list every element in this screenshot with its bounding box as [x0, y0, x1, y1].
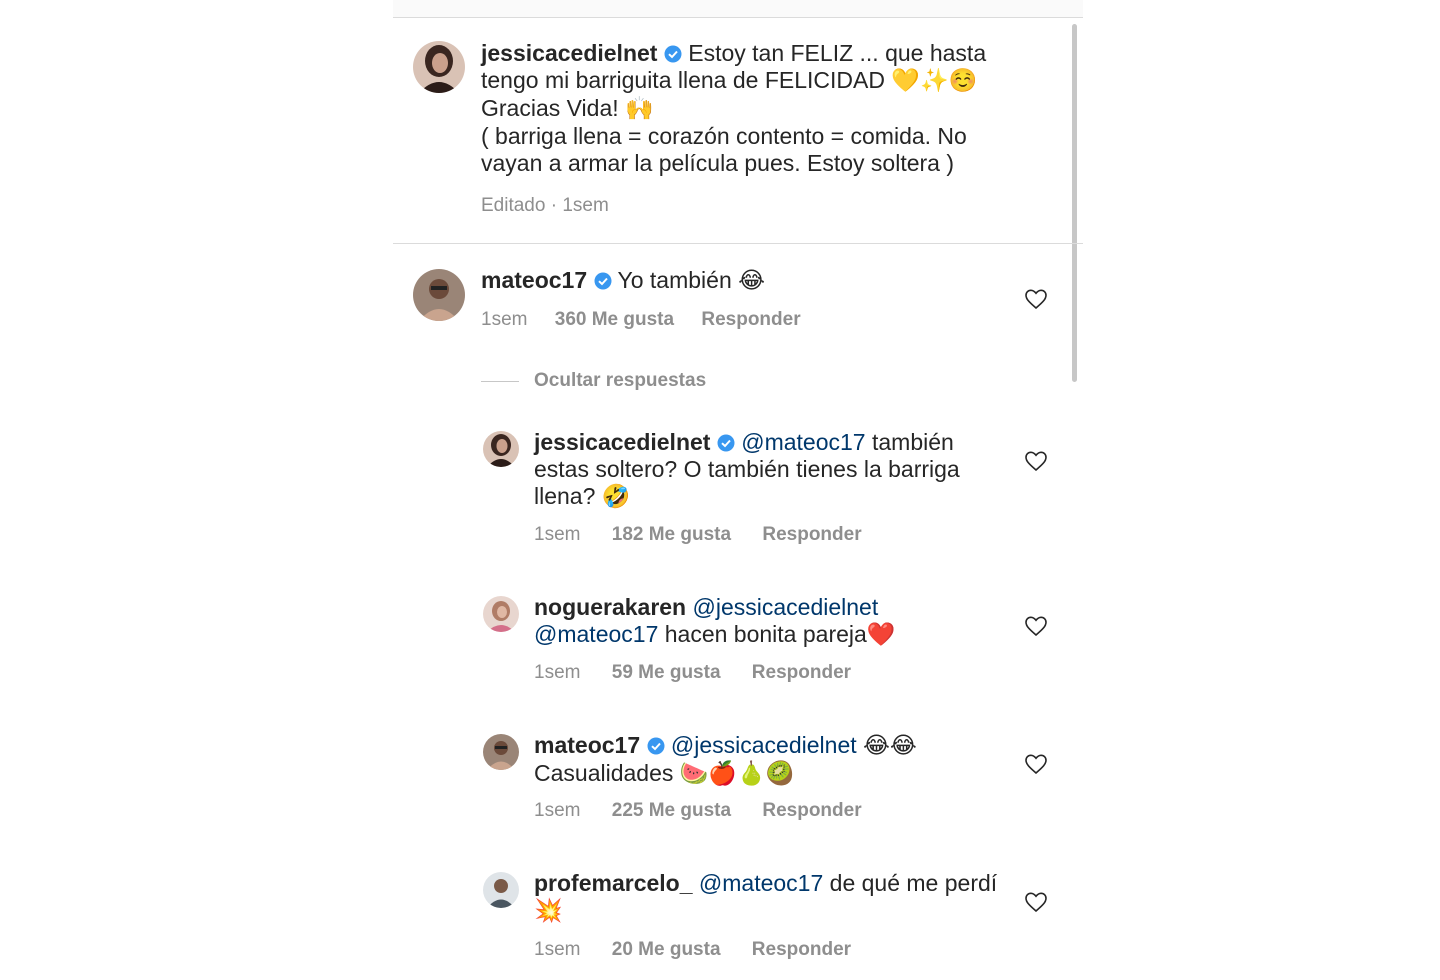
reply-4-text: profemarcelo_ @mateoc17 de qué me perdí … [534, 870, 1004, 925]
avatar-mateoc17[interactable] [483, 734, 519, 770]
reply-3-emoji: 😂😂 [863, 733, 917, 759]
avatar-mateoc17[interactable] [413, 269, 465, 321]
reply-4-body: de qué me perdí [829, 870, 998, 896]
avatar-jessicacedielnet[interactable] [413, 41, 465, 93]
reply-2-text: noguerakaren @jessicacedielnet @mateoc17… [534, 594, 1004, 649]
reply-3-username[interactable]: mateoc17 [534, 732, 640, 758]
reply-4-likes[interactable]: 20 Me gusta [612, 939, 721, 961]
reply-4-time[interactable]: 1sem [534, 939, 580, 961]
caption-meta: Editado · 1sem [481, 195, 609, 217]
caption-divider [393, 243, 1083, 244]
caption-dot: · [550, 195, 558, 216]
hide-replies-button[interactable]: Ocultar respuestas [481, 369, 706, 393]
reply-2-likes[interactable]: 59 Me gusta [612, 662, 721, 684]
reply-2-time[interactable]: 1sem [534, 662, 580, 684]
reply-4-emoji: 💥 [534, 898, 563, 924]
reply-1-mention[interactable]: @mateoc17 [741, 429, 865, 455]
verified-icon [594, 272, 612, 290]
hide-replies-line [481, 380, 519, 382]
caption-emoji2: 🙌 [625, 96, 654, 122]
reply-1-username[interactable]: jessicacedielnet [534, 429, 710, 455]
reply-2-mention-2[interactable]: @mateoc17 [534, 621, 658, 647]
reply-2-body: hacen bonita pareja [664, 621, 867, 647]
comment-main-body: Yo también [617, 267, 732, 293]
heart-icon[interactable] [1024, 752, 1048, 776]
comment-main-time[interactable]: 1sem [481, 309, 527, 331]
heart-icon[interactable] [1024, 449, 1048, 473]
reply-3-meta: 1sem 225 Me gusta Responder [534, 800, 862, 822]
caption-line3: ( barriga llena = corazón contento = com… [481, 123, 967, 176]
reply-1-time[interactable]: 1sem [534, 524, 580, 546]
reply-4-reply-button[interactable]: Responder [752, 939, 851, 961]
reply-1-likes[interactable]: 182 Me gusta [612, 524, 731, 546]
reply-1-meta: 1sem 182 Me gusta Responder [534, 524, 862, 546]
comment-main-emoji: 😂 [738, 268, 766, 294]
comment-main-reply-button[interactable]: Responder [701, 309, 800, 331]
verified-icon [647, 737, 665, 755]
verified-icon [717, 434, 735, 452]
reply-2-mention[interactable]: @jessicacedielnet [693, 594, 879, 620]
caption-time[interactable]: 1sem [562, 195, 608, 217]
panel-top-bar [393, 0, 1083, 18]
reply-2-username[interactable]: noguerakaren [534, 594, 686, 620]
reply-3-emoji-2: 🍉🍎🍐🥝 [679, 761, 795, 787]
reply-1-emoji: 🤣 [601, 484, 631, 510]
reply-2-emoji: ❤️ [866, 622, 896, 648]
reply-2-meta: 1sem 59 Me gusta Responder [534, 662, 851, 684]
reply-1-reply-button[interactable]: Responder [762, 524, 861, 546]
avatar-jessicacedielnet[interactable] [483, 431, 519, 467]
verified-icon [664, 45, 682, 63]
comment-main-meta: 1sem 360 Me gusta Responder [481, 309, 801, 331]
reply-1-text: jessicacedielnet @mateoc17 también estas… [534, 429, 1004, 511]
heart-icon[interactable] [1024, 614, 1048, 638]
caption-text: jessicacedielnet Estoy tan FELIZ ... que… [481, 40, 1021, 177]
scrollbar[interactable] [1072, 24, 1077, 382]
caption-username[interactable]: jessicacedielnet [481, 40, 657, 66]
caption-line2: Gracias Vida! [481, 95, 619, 121]
heart-icon[interactable] [1024, 287, 1048, 311]
reply-2-reply-button[interactable]: Responder [752, 662, 851, 684]
reply-3-mention[interactable]: @jessicacedielnet [671, 732, 857, 758]
reply-3-text: mateoc17 @jessicacedielnet 😂😂 Casualidad… [534, 732, 1004, 788]
reply-3-likes[interactable]: 225 Me gusta [612, 800, 731, 822]
comment-main-username[interactable]: mateoc17 [481, 267, 587, 293]
avatar-profemarcelo[interactable] [483, 872, 519, 908]
reply-3-body: Casualidades [534, 760, 674, 786]
caption-edited: Editado [481, 195, 546, 216]
comment-main-text: mateoc17 Yo también 😂 [481, 267, 1001, 295]
heart-icon[interactable] [1024, 890, 1048, 914]
reply-3-reply-button[interactable]: Responder [762, 800, 861, 822]
comments-panel: jessicacedielnet Estoy tan FELIZ ... que… [393, 0, 1083, 980]
reply-4-username[interactable]: profemarcelo_ [534, 870, 693, 896]
comment-main-likes[interactable]: 360 Me gusta [555, 309, 674, 331]
caption-emoji1: 💛✨☺️ [891, 68, 978, 94]
reply-3-time[interactable]: 1sem [534, 800, 580, 822]
reply-4-mention[interactable]: @mateoc17 [699, 870, 823, 896]
hide-replies-label: Ocultar respuestas [534, 370, 707, 391]
avatar-noguerakaren[interactable] [483, 596, 519, 632]
reply-4-meta: 1sem 20 Me gusta Responder [534, 939, 851, 961]
